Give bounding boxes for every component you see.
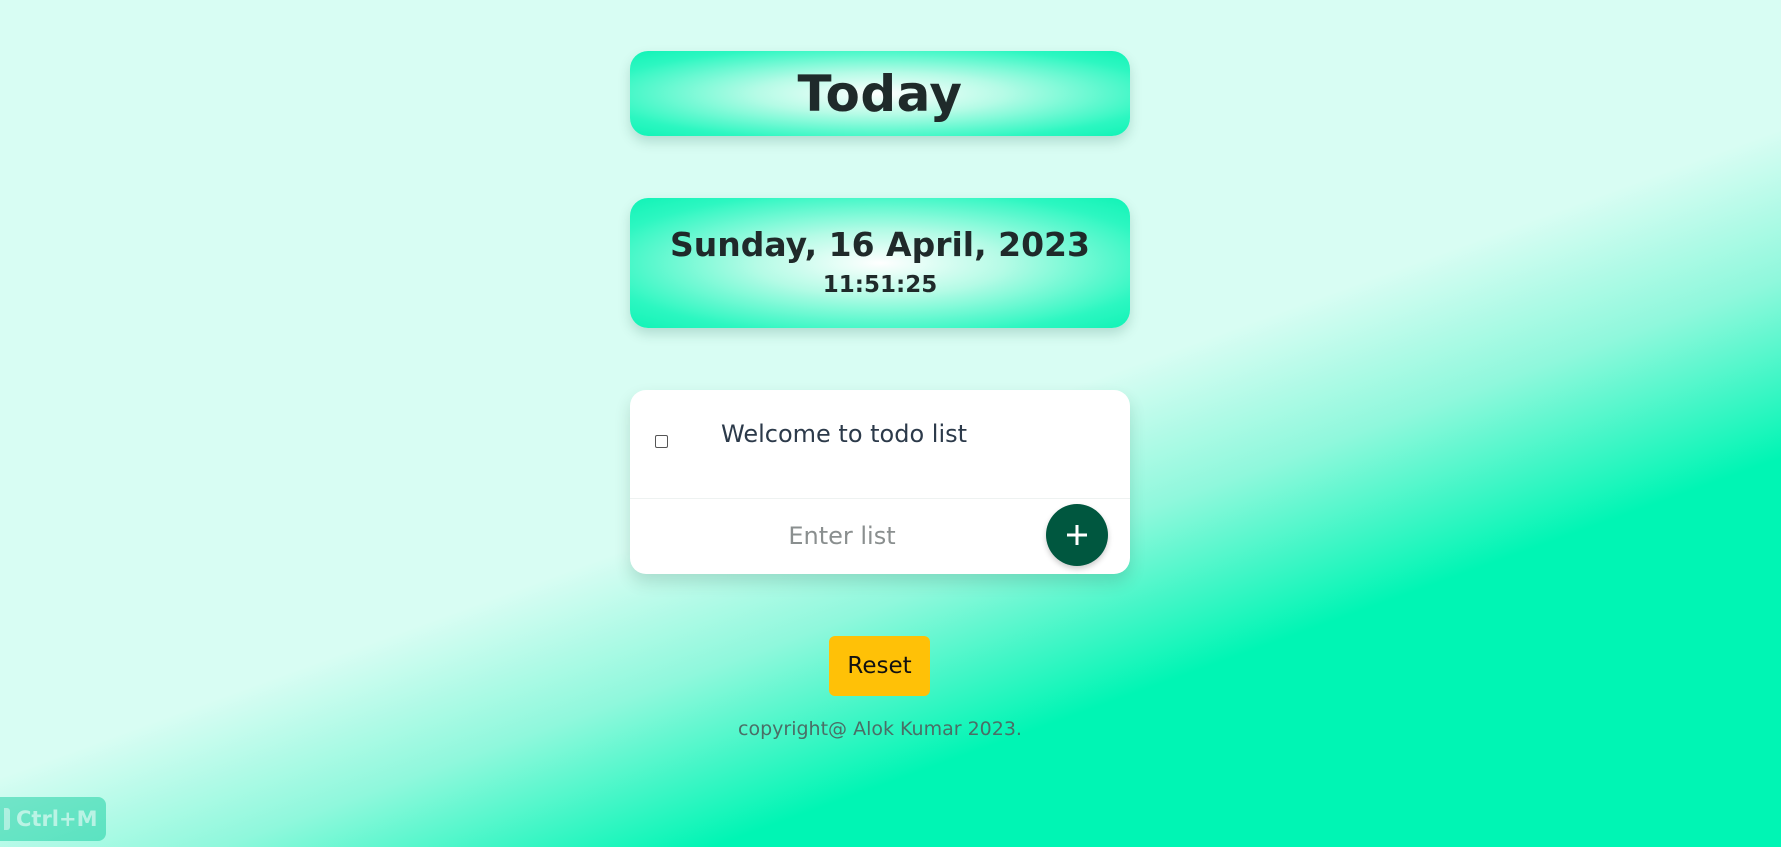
todo-input[interactable] bbox=[690, 511, 994, 561]
todo-item: Welcome to todo list bbox=[630, 390, 1130, 499]
todo-checkbox[interactable] bbox=[655, 435, 668, 448]
add-todo-button[interactable] bbox=[1046, 504, 1108, 566]
keyboard-icon bbox=[4, 808, 10, 830]
current-time: 11:51:25 bbox=[822, 271, 938, 298]
current-date: Sunday, 16 April, 2023 bbox=[670, 224, 1090, 264]
add-todo-row bbox=[630, 499, 1130, 574]
plus-icon bbox=[1066, 524, 1088, 546]
shortcut-label: Ctrl+M bbox=[16, 807, 98, 831]
copyright-text: copyright@ Alok Kumar 2023. bbox=[738, 718, 1022, 740]
reset-button[interactable]: Reset bbox=[829, 636, 930, 696]
datetime-card: Sunday, 16 April, 2023 11:51:25 bbox=[630, 198, 1130, 328]
page-title: Today bbox=[797, 64, 963, 123]
shortcut-badge[interactable]: Ctrl+M bbox=[0, 797, 106, 841]
todo-card: Welcome to todo list bbox=[630, 390, 1130, 574]
title-card: Today bbox=[630, 51, 1130, 136]
todo-item-text: Welcome to todo list bbox=[721, 420, 968, 448]
